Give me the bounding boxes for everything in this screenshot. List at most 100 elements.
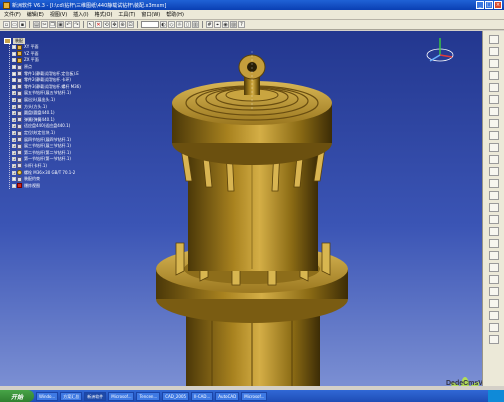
tree-item[interactable]: 零件1(静载试用钻杆.定位板).E <box>10 70 122 77</box>
tree-item[interactable]: + 圆盘(圆盘440.1) <box>10 110 122 117</box>
side-tool-icon[interactable] <box>488 95 499 104</box>
expand-toggle-icon[interactable]: + <box>12 111 16 116</box>
side-tool-icon[interactable] <box>488 311 499 320</box>
side-tool-icon[interactable] <box>488 155 499 164</box>
tree-item[interactable]: + 展出头(展出头.1) <box>10 97 122 104</box>
snap-icon[interactable]: ⌖ <box>214 21 221 28</box>
light-icon[interactable]: ☼ <box>176 21 183 28</box>
tree-item[interactable]: + 展三节钻杆(展三节钻杆.1) <box>10 143 122 150</box>
system-tray[interactable] <box>488 390 504 402</box>
pointer-icon[interactable]: ↖ <box>87 21 94 28</box>
menu-window[interactable]: 窗口(W) <box>141 11 160 18</box>
expand-toggle-icon[interactable] <box>12 177 16 182</box>
expand-toggle-icon[interactable]: + <box>12 144 16 149</box>
side-tool-icon[interactable] <box>488 35 499 44</box>
expand-toggle-icon[interactable]: + <box>12 117 16 122</box>
side-tool-icon[interactable] <box>488 335 499 344</box>
grid-icon[interactable]: # <box>206 21 213 28</box>
view-dropdown[interactable] <box>141 21 159 28</box>
minimize-button[interactable]: _ <box>476 1 484 9</box>
render-icon[interactable]: ◉ <box>222 21 229 28</box>
measure-icon[interactable]: ▯ <box>184 21 191 28</box>
side-tool-icon[interactable] <box>488 47 499 56</box>
tree-item[interactable]: 装配约束 <box>10 176 122 183</box>
new-file-icon[interactable]: ▫ <box>3 21 10 28</box>
zoom-icon[interactable]: ⊕ <box>119 21 126 28</box>
expand-toggle-icon[interactable] <box>12 65 16 70</box>
shade-icon[interactable]: ◐ <box>160 21 167 28</box>
taskbar-item[interactable]: Microsof... <box>108 391 135 401</box>
cut-icon[interactable]: ✂ <box>41 21 48 28</box>
menu-help[interactable]: 帮助(H) <box>166 11 184 18</box>
tree-item[interactable]: 爆炸视图 <box>10 182 122 189</box>
tree-item[interactable]: 零件2(静载试用钻杆.卡环) <box>10 77 122 84</box>
side-tool-icon[interactable] <box>488 107 499 116</box>
open-file-icon[interactable]: ▭ <box>11 21 18 28</box>
side-tool-icon[interactable] <box>488 203 499 212</box>
expand-toggle-icon[interactable]: + <box>12 131 16 136</box>
copy-icon[interactable]: ❐ <box>49 21 56 28</box>
side-tool-icon[interactable] <box>488 263 499 272</box>
side-tool-icon[interactable] <box>488 71 499 80</box>
expand-toggle-icon[interactable]: + <box>12 124 16 129</box>
tree-item[interactable]: + 定位块(定位块.1) <box>10 130 122 137</box>
menu-edit[interactable]: 编辑(E) <box>27 11 44 18</box>
expand-toggle-icon[interactable]: + <box>12 104 16 109</box>
3d-viewport[interactable]: 装配 XY 平面 YZ 平面 ZX 平面 原点 零件1(静载试用钻杆.定位板).E 零件2… <box>0 31 482 386</box>
tree-item[interactable]: + 卡杆(卡杆.1) <box>10 163 122 170</box>
expand-toggle-icon[interactable] <box>12 58 16 63</box>
delete-icon[interactable]: ✕ <box>95 21 102 28</box>
section-icon[interactable]: ▥ <box>192 21 199 28</box>
side-tool-icon[interactable] <box>488 83 499 92</box>
side-tool-icon[interactable] <box>488 131 499 140</box>
expand-toggle-icon[interactable]: + <box>12 163 16 168</box>
tree-root[interactable]: 装配 <box>4 37 122 44</box>
save-icon[interactable]: ▪ <box>19 21 26 28</box>
taskbar-item[interactable]: Tencen... <box>136 391 161 401</box>
taskbar-item[interactable]: Microsof... <box>241 391 268 401</box>
expand-toggle-icon[interactable] <box>12 183 16 188</box>
expand-toggle-icon[interactable]: + <box>12 150 16 155</box>
expand-toggle-icon[interactable]: + <box>12 137 16 142</box>
menu-insert[interactable]: 插入(I) <box>73 11 88 18</box>
taskbar-item[interactable]: 方案汇总 <box>60 391 83 401</box>
menu-tools[interactable]: 工具(T) <box>118 11 135 18</box>
start-button[interactable]: 开始 <box>0 390 34 402</box>
rotate-icon[interactable]: ⟲ <box>103 21 110 28</box>
maximize-button[interactable]: □ <box>485 1 493 9</box>
side-tool-icon[interactable] <box>488 179 499 188</box>
wireframe-icon[interactable]: ◇ <box>168 21 175 28</box>
tree-item[interactable]: 原点 <box>10 64 122 71</box>
taskbar-item[interactable]: II-CAD... <box>191 391 214 401</box>
side-tool-icon[interactable] <box>488 239 499 248</box>
side-tool-icon[interactable] <box>488 143 499 152</box>
expand-toggle-icon[interactable]: + <box>12 98 16 103</box>
tree-item[interactable]: + 方头(方头.1) <box>10 103 122 110</box>
axis-compass-icon[interactable] <box>424 35 456 67</box>
side-tool-icon[interactable] <box>488 299 499 308</box>
expand-toggle-icon[interactable] <box>12 71 16 76</box>
taskbar-item[interactable]: CAD_2005 <box>162 391 190 401</box>
menu-format[interactable]: 格式(O) <box>95 11 113 18</box>
help-icon[interactable]: ? <box>238 21 245 28</box>
paste-icon[interactable]: ▣ <box>57 21 64 28</box>
taskbar-item[interactable]: Windo... <box>36 391 59 401</box>
tree-item[interactable]: + 第一节钻杆(第一节钻杆.1) <box>10 156 122 163</box>
expand-toggle-icon[interactable]: + <box>12 157 16 162</box>
close-button[interactable]: × <box>494 1 502 9</box>
side-tool-icon[interactable] <box>488 215 499 224</box>
taskbar-item[interactable]: AutoCAD <box>215 391 240 401</box>
expand-toggle-icon[interactable]: + <box>12 91 16 96</box>
zoom-fit-icon[interactable]: ⊡ <box>127 21 134 28</box>
taskbar-item[interactable]: 新洲软件 <box>84 391 107 401</box>
side-tool-icon[interactable] <box>488 323 499 332</box>
side-tool-icon[interactable] <box>488 275 499 284</box>
tree-item[interactable]: + 螺栓 M36×30 GB/T 70.1-2 <box>10 169 122 176</box>
tree-item[interactable]: + 适应盘440(适应盘440.1) <box>10 123 122 130</box>
side-tool-icon[interactable] <box>488 191 499 200</box>
expand-toggle-icon[interactable]: + <box>12 170 16 175</box>
side-tool-icon[interactable] <box>488 251 499 260</box>
tree-item[interactable]: YZ 平面 <box>10 51 122 58</box>
redo-icon[interactable]: ↷ <box>73 21 80 28</box>
expand-toggle-icon[interactable] <box>12 84 16 89</box>
